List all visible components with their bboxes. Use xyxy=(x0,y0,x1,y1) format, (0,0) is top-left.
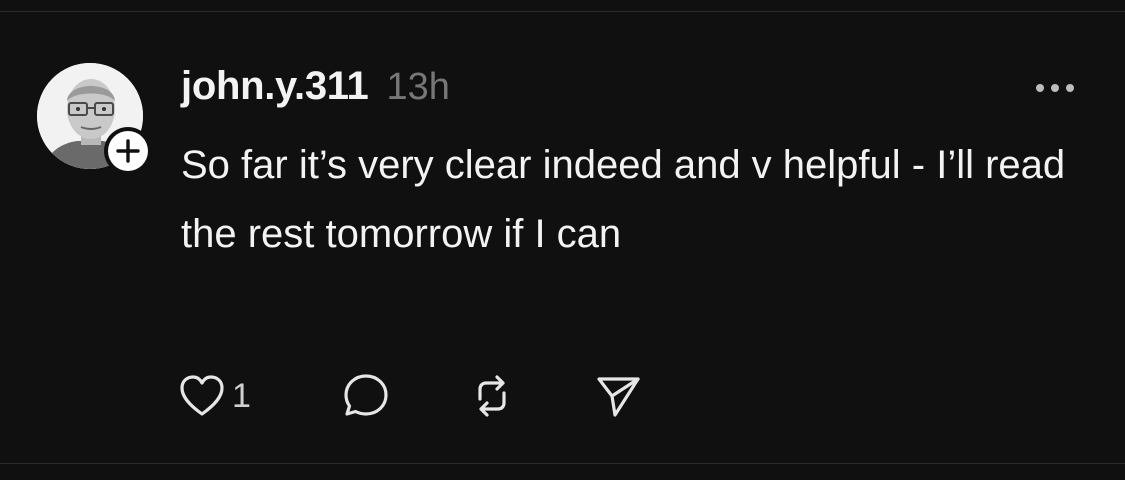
username-link[interactable]: john.y.311 xyxy=(181,64,369,109)
post-text: So far it’s very clear indeed and v help… xyxy=(181,143,1066,256)
post-timestamp: 13h xyxy=(386,66,450,108)
avatar-container[interactable] xyxy=(37,63,152,175)
plus-icon xyxy=(116,139,140,163)
heart-icon xyxy=(180,375,224,416)
follow-badge[interactable] xyxy=(108,131,148,171)
post-header: john.y.311 13h xyxy=(181,64,450,114)
repost-button[interactable] xyxy=(467,368,517,424)
send-icon xyxy=(597,377,640,417)
comment-bubble-icon xyxy=(344,374,388,416)
more-options-button[interactable] xyxy=(1030,76,1082,100)
share-button[interactable] xyxy=(593,368,643,424)
follow-button[interactable] xyxy=(104,127,152,175)
like-button[interactable]: 1 xyxy=(178,368,251,424)
more-horizontal-icon xyxy=(1036,84,1074,92)
bottom-divider xyxy=(0,463,1125,464)
like-count: 1 xyxy=(232,376,251,415)
repost-icon xyxy=(478,375,506,417)
top-divider xyxy=(0,11,1125,12)
reply-button[interactable] xyxy=(341,368,391,424)
